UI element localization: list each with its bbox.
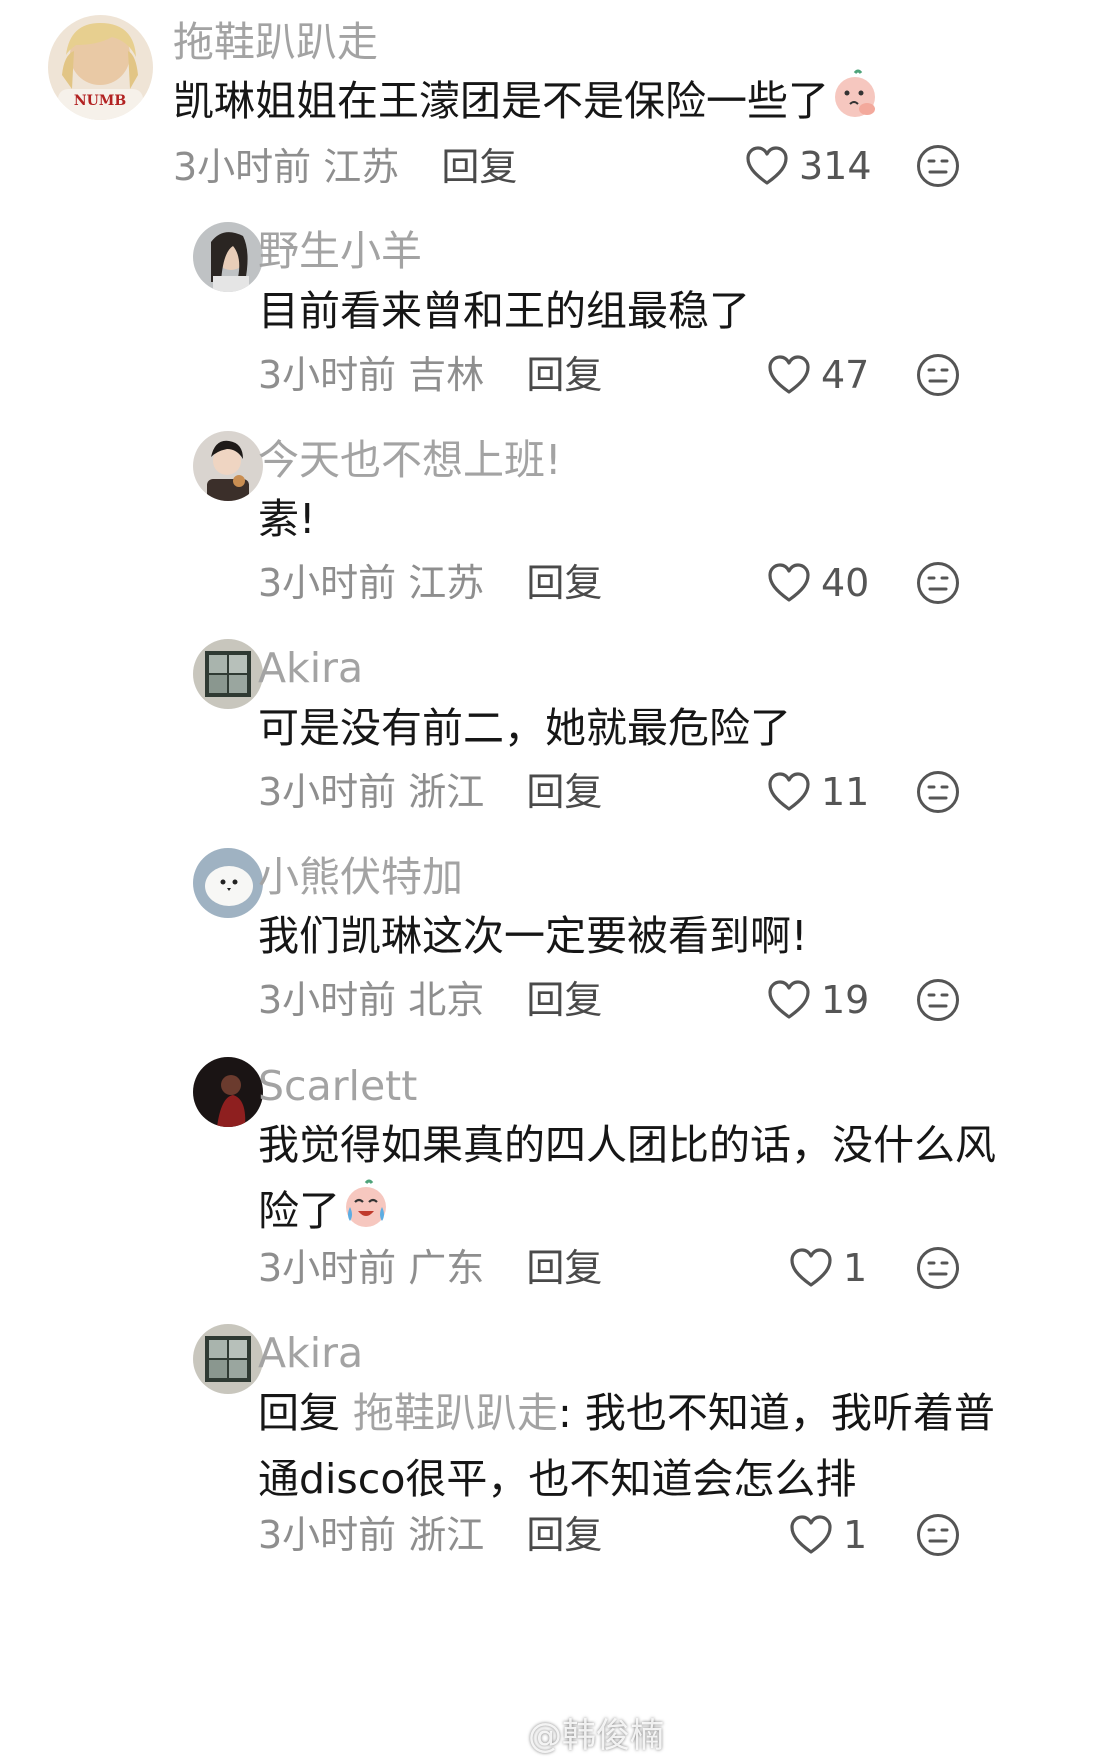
like-count: 11 (821, 770, 870, 814)
svg-text:NUMB: NUMB (74, 93, 127, 109)
comment-meta: 3小时前 广东 回复 (258, 1249, 602, 1287)
worried-face-emoji (829, 69, 881, 140)
crying-laughing-emoji (340, 1179, 392, 1250)
heart-icon (790, 1248, 832, 1287)
avatar[interactable]: NUMB (48, 15, 153, 120)
timestamp: 3小时前 (173, 145, 312, 189)
heart-icon (746, 146, 788, 185)
timestamp: 3小时前 (258, 978, 397, 1022)
reply-button[interactable]: 回复 (526, 561, 602, 605)
comment-text: 素! (258, 495, 316, 543)
location: 北京 (408, 978, 485, 1022)
like-count: 1 (843, 1513, 868, 1557)
watermark: @韩俊楠 (490, 1708, 664, 1757)
like-button[interactable]: 40 (767, 560, 869, 606)
avatar[interactable] (193, 848, 263, 918)
reply-button[interactable]: 回复 (526, 1513, 602, 1557)
username[interactable]: 拖鞋趴趴走 (173, 22, 378, 63)
location: 江苏 (408, 561, 485, 605)
username[interactable]: 野生小羊 (258, 231, 422, 272)
dislike-icon[interactable] (915, 143, 961, 189)
timestamp: 3小时前 (258, 353, 397, 397)
timestamp: 3小时前 (258, 1513, 397, 1557)
comment-text: 凯琳姐姐在王濛团是不是保险一些了 (173, 68, 881, 140)
weibo-icon (490, 1721, 523, 1746)
timestamp: 3小时前 (258, 1246, 397, 1290)
username[interactable]: 小熊伏特加 (258, 857, 463, 898)
comment-text: 目前看来曾和王的组最稳了 (258, 287, 750, 335)
reply-button[interactable]: 回复 (526, 353, 602, 397)
username[interactable]: 今天也不想上班! (258, 440, 561, 481)
avatar[interactable] (193, 639, 263, 709)
dislike-icon[interactable] (915, 977, 961, 1023)
like-button[interactable]: 314 (745, 143, 872, 189)
comment-meta: 3小时前 吉林 回复 (258, 356, 602, 394)
heart-icon (768, 772, 810, 811)
mention-link[interactable]: 拖鞋趴趴走 (353, 1389, 558, 1437)
comment-meta: 3小时前 江苏 回复 (258, 564, 602, 602)
like-button[interactable]: 47 (767, 352, 869, 398)
dislike-icon[interactable] (915, 352, 961, 398)
heart-icon (790, 1515, 832, 1554)
reply-button[interactable]: 回复 (526, 1246, 602, 1290)
reply-button[interactable]: 回复 (526, 978, 602, 1022)
location: 浙江 (408, 770, 485, 814)
comment-text: 我们凯琳这次一定要被看到啊! (258, 912, 808, 960)
like-button[interactable]: 11 (767, 769, 869, 815)
username[interactable]: Scarlett (258, 1066, 417, 1107)
comment-meta: 3小时前 浙江 回复 (258, 1516, 602, 1554)
username[interactable]: Akira (258, 648, 363, 689)
dislike-icon[interactable] (915, 1245, 961, 1291)
like-count: 47 (821, 353, 870, 397)
avatar[interactable] (193, 1057, 263, 1127)
avatar[interactable] (193, 431, 263, 501)
reply-button[interactable]: 回复 (441, 145, 517, 189)
heart-icon (768, 355, 810, 394)
comment-meta: 3小时前 北京 回复 (258, 981, 602, 1019)
like-count: 314 (799, 144, 872, 188)
location: 广东 (408, 1246, 485, 1290)
timestamp: 3小时前 (258, 561, 397, 605)
location: 浙江 (408, 1513, 485, 1557)
location: 吉林 (408, 353, 485, 397)
dislike-icon[interactable] (915, 769, 961, 815)
like-count: 19 (821, 978, 870, 1022)
like-button[interactable]: 19 (767, 977, 869, 1023)
avatar[interactable] (193, 222, 263, 292)
dislike-icon[interactable] (915, 1512, 961, 1558)
dislike-icon[interactable] (915, 560, 961, 606)
heart-icon (768, 563, 810, 602)
avatar[interactable] (193, 1324, 263, 1394)
comment-text: 可是没有前二，她就最危险了 (258, 704, 791, 752)
comment-meta: 3小时前 浙江 回复 (258, 773, 602, 811)
timestamp: 3小时前 (258, 770, 397, 814)
like-count: 40 (821, 561, 870, 605)
comment-meta: 3小时前 江苏 回复 (173, 148, 517, 186)
comment-text: 我觉得如果真的四人团比的话，没什么风 险了 (258, 1112, 996, 1250)
like-button[interactable]: 1 (789, 1245, 867, 1291)
comment-text: 回复 拖鞋趴趴走: 我也不知道，我听着普 通disco很平，也不知道会怎么排 (258, 1389, 995, 1503)
like-button[interactable]: 1 (789, 1512, 867, 1558)
location: 江苏 (323, 145, 400, 189)
heart-icon (768, 980, 810, 1019)
username[interactable]: Akira (258, 1333, 363, 1374)
like-count: 1 (843, 1246, 868, 1290)
reply-button[interactable]: 回复 (526, 770, 602, 814)
